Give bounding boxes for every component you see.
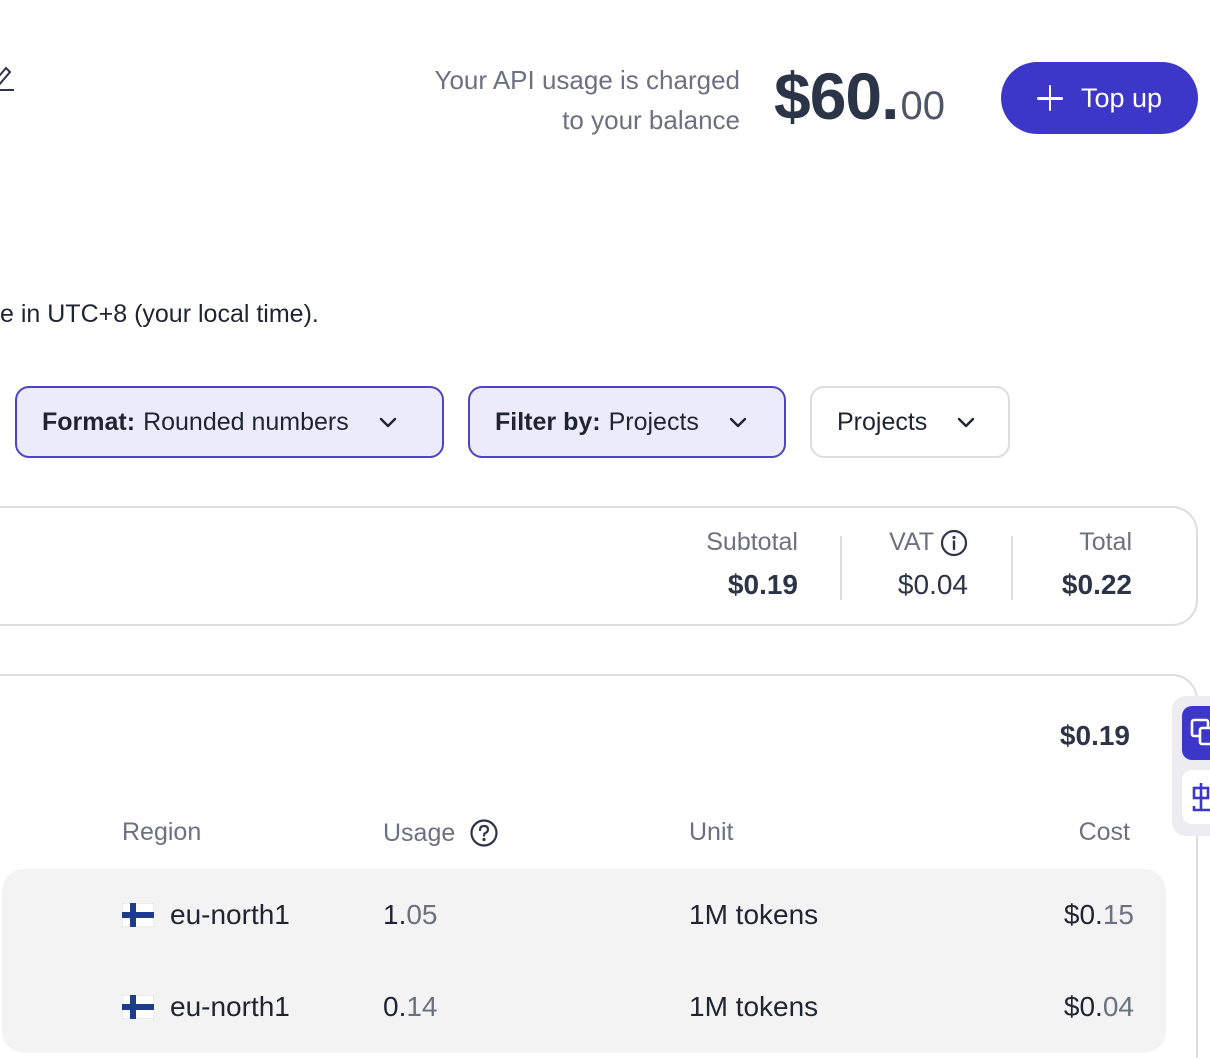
timezone-note: e in UTC+8 (your local time). xyxy=(0,300,319,328)
total-value: $0.22 xyxy=(1061,569,1132,600)
chevron-down-icon xyxy=(379,417,396,428)
usage-int: 1. xyxy=(383,899,407,930)
edit-icon[interactable] xyxy=(0,60,14,92)
column-header-unit: Unit xyxy=(689,818,734,846)
balance-amount: $60. 00 xyxy=(774,58,945,138)
balance-cents: 00 xyxy=(900,84,945,128)
column-header-region: Region xyxy=(122,818,202,846)
format-dropdown[interactable]: Format: Rounded numbers xyxy=(15,386,444,458)
info-icon[interactable] xyxy=(940,529,968,557)
top-up-button[interactable]: Top up xyxy=(1001,62,1198,134)
column-header-usage: Usage xyxy=(383,818,499,848)
subtotal-column: Subtotal $0.19 xyxy=(706,528,798,601)
chevron-down-icon xyxy=(958,417,975,428)
chinese-translate-icon xyxy=(1192,783,1210,812)
vat-value: $0.04 xyxy=(897,569,968,600)
chinese-translate-button[interactable] xyxy=(1182,770,1210,824)
translate-button[interactable] xyxy=(1182,706,1210,760)
cost-cell: $0. 15 xyxy=(1064,869,1134,961)
balance-main: $60. xyxy=(774,59,899,133)
project-usage-card: $0.19 Region Usage Unit Cost eu-north1 1… xyxy=(0,674,1198,1058)
usage-int: 0. xyxy=(383,991,407,1022)
total-column: Total $0.22 xyxy=(1062,528,1132,601)
usage-cell: 1. 05 xyxy=(383,869,438,961)
cost-dec: 15 xyxy=(1102,899,1134,930)
region-cell: eu-north1 xyxy=(122,961,290,1053)
top-up-label: Top up xyxy=(1080,82,1163,113)
subtotal-value: $0.19 xyxy=(727,569,798,600)
filter-by-dropdown[interactable]: Filter by: Projects xyxy=(468,386,786,458)
table-row[interactable]: eu-north1 0. 14 1M tokens $0. 04 xyxy=(2,961,1166,1053)
finland-flag-icon xyxy=(122,995,154,1019)
balance-caption-line1: Your API usage is charged xyxy=(434,65,740,95)
unit-cell: 1M tokens xyxy=(689,991,819,1022)
unit-cell: 1M tokens xyxy=(689,899,819,930)
vat-column: VAT $0.04 xyxy=(889,528,968,601)
balance-caption-line2: to your balance xyxy=(562,105,740,135)
help-icon[interactable] xyxy=(469,818,499,848)
chevron-down-icon xyxy=(729,417,747,428)
project-total: $0.19 xyxy=(1059,720,1130,751)
cost-int: $0. xyxy=(1063,991,1103,1022)
summary-divider xyxy=(840,536,842,600)
plus-icon xyxy=(1036,85,1063,111)
cost-dec: 04 xyxy=(1102,991,1134,1022)
region-value: eu-north1 xyxy=(170,991,290,1022)
cost-cell: $0. 04 xyxy=(1064,961,1134,1053)
vat-label: VAT xyxy=(889,528,934,556)
summary-divider xyxy=(1011,536,1013,600)
cost-int: $0. xyxy=(1063,899,1103,930)
balance-caption: Your API usage is charged to your balanc… xyxy=(360,60,740,140)
filter-key: Filter by: xyxy=(495,407,601,436)
total-label: Total xyxy=(1079,528,1132,556)
finland-flag-icon xyxy=(122,903,154,927)
format-key: Format: xyxy=(42,407,136,436)
projects-label: Projects xyxy=(837,407,928,436)
projects-dropdown[interactable]: Projects xyxy=(810,386,1010,458)
filter-value: Projects xyxy=(608,407,699,436)
region-value: eu-north1 xyxy=(170,899,290,930)
region-cell: eu-north1 xyxy=(122,869,290,961)
summary-card: Subtotal $0.19 VAT $0.04 Total $0.22 xyxy=(0,506,1198,626)
usage-dec: 14 xyxy=(406,991,438,1022)
subtotal-label: Subtotal xyxy=(706,528,798,556)
table-row[interactable]: eu-north1 1. 05 1M tokens $0. 15 xyxy=(2,869,1166,961)
format-value: Rounded numbers xyxy=(143,407,349,436)
column-header-usage-label: Usage xyxy=(383,818,456,847)
vat-label-row: VAT xyxy=(889,528,968,557)
usage-dec: 05 xyxy=(406,899,438,930)
translate-icon xyxy=(1190,718,1210,746)
usage-cell: 0. 14 xyxy=(383,961,438,1053)
floating-side-toolbar xyxy=(1172,696,1210,836)
column-header-cost: Cost xyxy=(1078,818,1130,846)
